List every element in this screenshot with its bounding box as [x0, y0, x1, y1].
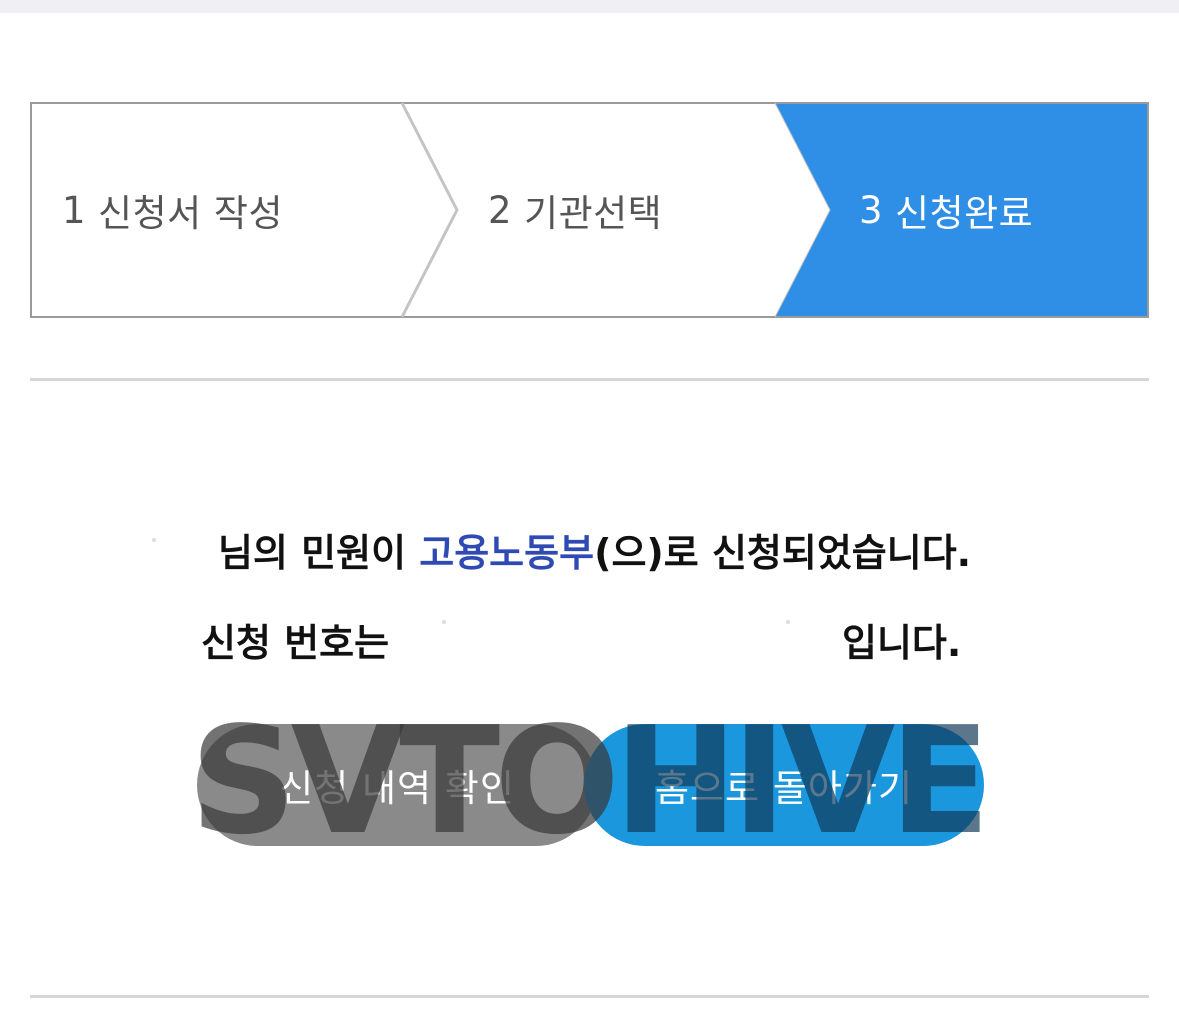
step-1-separator [400, 102, 459, 318]
watermark-logo: SVTOHIVE [190, 706, 990, 856]
watermark-part1: SVTO [190, 695, 620, 867]
step-1-label: 신청서 작성 [98, 192, 284, 235]
redacted-number-start [442, 620, 446, 624]
application-number-suffix: 입니다. [842, 621, 962, 665]
completion-message-text: 님의 민원이 고용노동부(으)로 신청되었습니다. [218, 522, 971, 577]
progress-stepper: 1 신청서 작성 2 기관선택 3 신청완료 [30, 102, 1149, 318]
step-2: 2 기관선택 [488, 102, 662, 318]
top-strip [0, 0, 1179, 13]
message-prefix: 님의 민원이 [218, 531, 420, 575]
step-1: 1 신청서 작성 [62, 102, 283, 318]
step-3-number: 3 [859, 188, 884, 232]
application-number-prefix: 신청 번호는 [201, 621, 390, 665]
message-suffix: (으)로 신청되었습니다. [594, 531, 972, 575]
step-2-number: 2 [488, 188, 513, 232]
divider-bottom [30, 995, 1149, 998]
watermark-part2: HIVE [613, 695, 991, 867]
divider-top [30, 378, 1149, 381]
agency-name: 고용노동부 [419, 531, 595, 575]
step-2-label: 기관선택 [524, 192, 663, 235]
step-3-label: 신청완료 [895, 192, 1034, 235]
step-3: 3 신청완료 [859, 102, 1033, 318]
redacted-number-end [786, 620, 790, 624]
redacted-name [152, 538, 156, 542]
step-1-number: 1 [62, 188, 87, 232]
